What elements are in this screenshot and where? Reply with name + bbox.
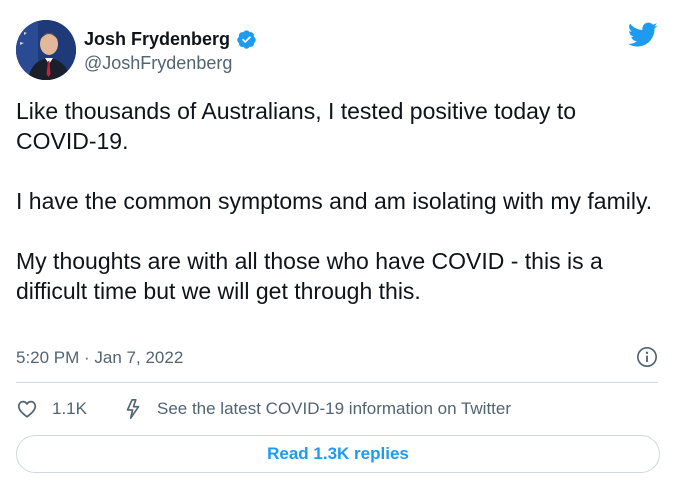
author-name[interactable]: Josh Frydenberg	[84, 29, 230, 50]
tweet-actions: 1.1K See the latest COVID-19 information…	[16, 398, 511, 420]
heart-icon	[17, 400, 37, 418]
covid-info-link[interactable]: See the latest COVID-19 information on T…	[123, 398, 511, 420]
tweet-paragraph: I have the common symptoms and am isolat…	[16, 188, 653, 214]
tweet-paragraph: My thoughts are with all those who have …	[16, 248, 603, 304]
author-name-row[interactable]: Josh Frydenberg	[84, 29, 257, 50]
tweet-embed-card: Josh Frydenberg @JoshFrydenberg Like tho…	[0, 0, 674, 481]
verified-badge-icon	[237, 30, 256, 49]
like-count: 1.1K	[52, 399, 87, 418]
info-icon[interactable]	[636, 346, 658, 368]
author-handle[interactable]: @JoshFrydenberg	[84, 53, 232, 74]
divider	[16, 382, 658, 383]
tweet-paragraph: Like thousands of Australians, I tested …	[16, 98, 577, 154]
tweet-timestamp[interactable]: 5:20 PM · Jan 7, 2022	[16, 348, 183, 368]
tweet-text: Like thousands of Australians, I tested …	[16, 96, 656, 306]
like-button[interactable]: 1.1K	[16, 398, 87, 420]
twitter-bird-icon[interactable]	[628, 22, 658, 48]
avatar-photo	[16, 20, 76, 80]
lightning-bolt-icon	[126, 399, 140, 419]
read-replies-button[interactable]: Read 1.3K replies	[16, 435, 660, 473]
covid-info-label: See the latest COVID-19 information on T…	[156, 399, 512, 418]
avatar[interactable]	[16, 20, 76, 80]
